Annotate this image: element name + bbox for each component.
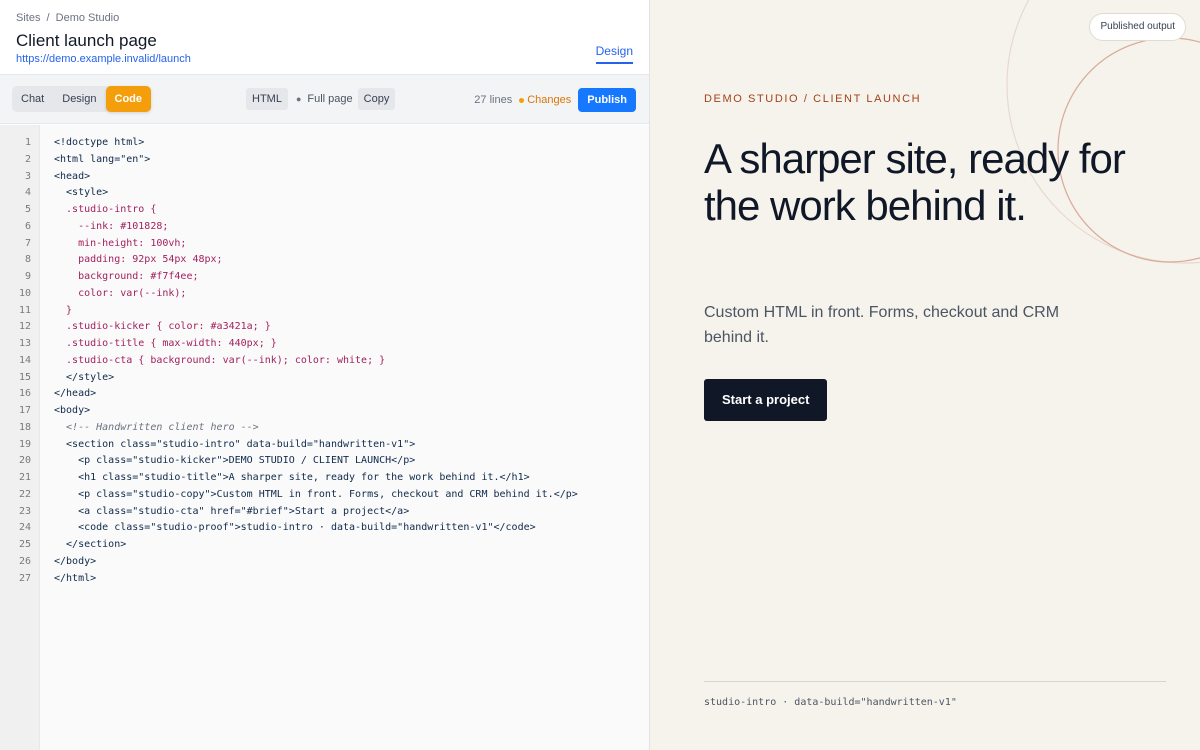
line-number: 22 xyxy=(18,488,31,500)
mode-tab-design[interactable]: Design xyxy=(53,86,105,112)
line-number: 18 xyxy=(18,421,31,433)
breadcrumb-sites[interactable]: Sites xyxy=(16,12,40,24)
format-html-chip[interactable]: HTML xyxy=(246,88,288,110)
code-line[interactable]: .studio-cta { background: var(--ink); co… xyxy=(54,353,578,370)
line-number: 9 xyxy=(24,271,31,282)
line-number: 16 xyxy=(18,388,31,400)
code-line[interactable]: <body> xyxy=(54,403,578,420)
code-line[interactable]: } xyxy=(54,303,578,320)
code-line[interactable]: </html> xyxy=(54,571,578,588)
preview-proof: studio-intro · data-build="handwritten-v… xyxy=(704,697,957,708)
line-number: 20 xyxy=(18,455,31,467)
code-line[interactable]: <code class="studio-proof">studio-intro … xyxy=(54,520,578,537)
breadcrumb: Sites / Demo Studio xyxy=(16,12,119,24)
changes-dot-icon xyxy=(519,97,525,103)
code-line[interactable]: color: var(--ink); xyxy=(54,286,578,303)
code-line[interactable]: </style> xyxy=(54,370,578,387)
changes-indicator[interactable]: Changes xyxy=(519,94,571,106)
mode-switcher: Chat Design Code xyxy=(12,86,151,112)
preview-kicker: DEMO STUDIO / CLIENT LAUNCH xyxy=(704,93,922,105)
preview-divider xyxy=(704,681,1166,682)
line-number: 1 xyxy=(24,137,31,148)
code-lines[interactable]: <!doctype html> <html lang="en"> <head> <s… xyxy=(54,135,578,587)
line-number: 24 xyxy=(18,522,31,534)
publish-button[interactable]: Publish xyxy=(578,88,636,112)
line-number: 25 xyxy=(18,539,31,550)
code-line[interactable]: min-height: 100vh; xyxy=(54,236,578,253)
line-number-gutter: 1 2 3 4 5 6 7 8 9 10 11 12 13 14 15 16 17 18 19 20 21 22 23 24 2… xyxy=(0,125,40,750)
line-number: 27 xyxy=(18,572,31,584)
code-editor[interactable]: 1 2 3 4 5 6 7 8 9 10 11 12 13 14 15 16 17 18 19 20 21 22 23 24 2… xyxy=(0,125,649,750)
line-number: 5 xyxy=(24,204,31,215)
editor-pane: Sites / Demo Studio Client launch page h… xyxy=(0,0,650,750)
code-line[interactable]: </body> xyxy=(54,554,578,571)
code-line[interactable]: <h1 class="studio-title">A sharper site,… xyxy=(54,470,578,487)
code-line[interactable]: <!doctype html> xyxy=(54,135,578,152)
code-line[interactable]: <p class="studio-kicker">DEMO STUDIO / C… xyxy=(54,453,578,470)
breadcrumb-separator: / xyxy=(46,12,50,24)
preview-title: A sharper site, ready for the work behin… xyxy=(704,135,1126,229)
editor-header: Sites / Demo Studio Client launch page h… xyxy=(0,0,649,75)
page-title: Client launch page xyxy=(16,31,157,50)
code-line[interactable]: <p class="studio-copy">Custom HTML in fr… xyxy=(54,487,578,504)
mode-tab-chat[interactable]: Chat xyxy=(12,86,53,112)
editor-toolbar: Chat Design Code HTML ● Full page Copy 2… xyxy=(0,75,649,124)
line-number: 19 xyxy=(18,438,31,450)
code-line[interactable]: background: #f7f4ee; xyxy=(54,269,578,286)
code-line[interactable]: <head> xyxy=(54,169,578,186)
code-line[interactable]: <html lang="en"> xyxy=(54,152,578,169)
line-number: 21 xyxy=(18,472,31,483)
line-number: 13 xyxy=(18,338,31,349)
scope-label: Full page xyxy=(307,93,353,105)
preview-copy: Custom HTML in front. Forms, checkout an… xyxy=(704,304,1060,346)
changes-label: Changes xyxy=(527,94,572,106)
line-number: 26 xyxy=(18,555,31,567)
code-line[interactable]: padding: 92px 54px 48px; xyxy=(54,252,578,269)
code-line[interactable]: <section class="studio-intro" data-build… xyxy=(54,437,578,454)
mode-tab-code[interactable]: Code xyxy=(105,86,151,112)
code-line[interactable]: </head> xyxy=(54,386,578,403)
code-line[interactable]: --ink: #101828; xyxy=(54,219,578,236)
code-line[interactable]: .studio-intro { xyxy=(54,202,578,219)
line-number: 3 xyxy=(24,170,31,182)
bullet-separator: ● xyxy=(295,94,302,104)
start-project-button[interactable]: Start a project xyxy=(704,379,828,421)
breadcrumb-project[interactable]: Demo Studio xyxy=(56,12,120,24)
line-count: 27 lines xyxy=(474,94,513,106)
code-line[interactable]: <style> xyxy=(54,185,578,202)
line-number: 7 xyxy=(24,237,31,249)
line-number: 6 xyxy=(24,220,31,232)
decorative-circles xyxy=(1006,0,1200,264)
copy-button[interactable]: Copy xyxy=(357,88,396,110)
code-line[interactable]: <a class="studio-cta" href="#brief">Star… xyxy=(54,504,578,521)
code-line[interactable]: </section> xyxy=(54,537,578,554)
line-number: 2 xyxy=(24,153,31,165)
line-number: 23 xyxy=(18,505,31,517)
toolbar-meta: 27 lines Changes Publish xyxy=(474,88,636,112)
line-number: 10 xyxy=(18,287,31,299)
published-output-badge: Published output xyxy=(1089,13,1186,41)
preview-pane: Published output DEMO STUDIO / CLIENT LA… xyxy=(650,0,1200,750)
line-number: 11 xyxy=(18,304,31,316)
tab-design[interactable]: Design xyxy=(595,44,633,64)
line-number: 15 xyxy=(18,371,31,383)
format-controls: HTML ● Full page Copy xyxy=(246,88,396,110)
line-number: 4 xyxy=(24,187,31,199)
line-number: 17 xyxy=(18,405,31,416)
code-line[interactable]: .studio-title { max-width: 440px; } xyxy=(54,336,578,353)
code-line[interactable]: <!-- Handwritten client hero --> xyxy=(54,420,578,437)
line-number: 12 xyxy=(18,321,31,333)
line-number: 8 xyxy=(24,254,31,266)
line-number: 14 xyxy=(18,354,31,366)
page-url-link[interactable]: https://demo.example.invalid/launch xyxy=(16,53,191,65)
code-line[interactable]: .studio-kicker { color: #a3421a; } xyxy=(54,319,578,336)
